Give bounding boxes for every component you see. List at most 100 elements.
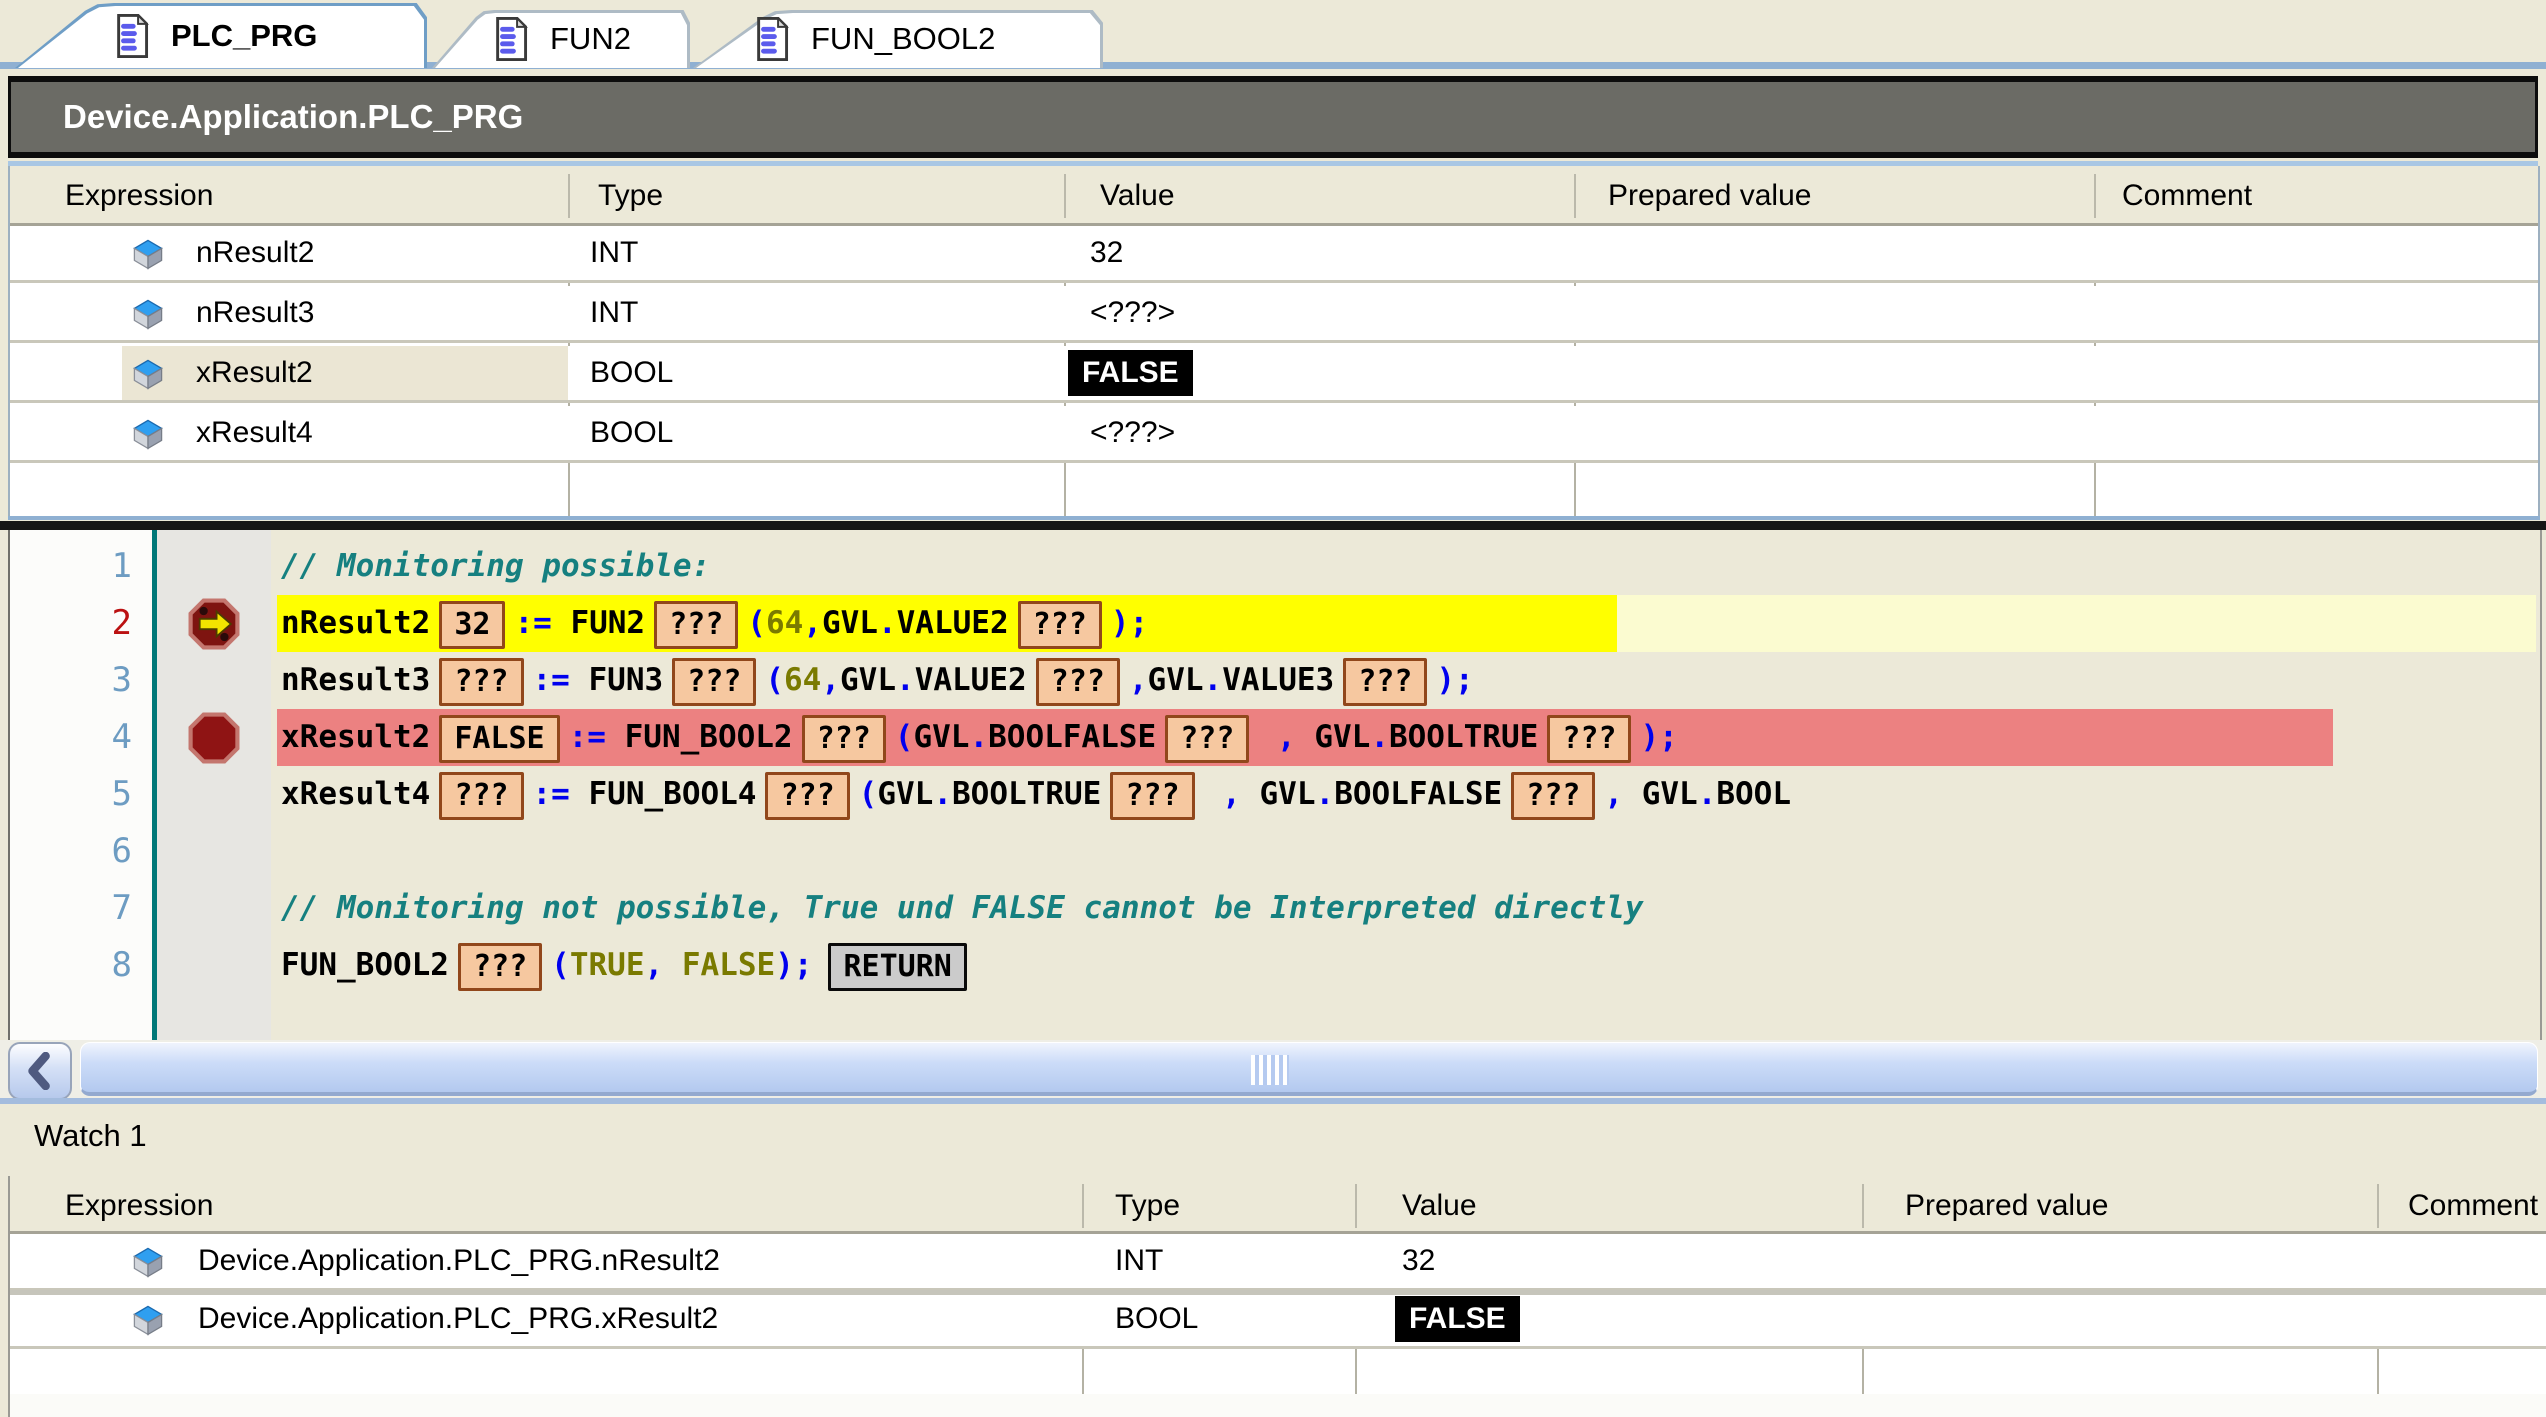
- code-token: .: [1316, 776, 1335, 812]
- inline-monitor-value[interactable]: ???: [802, 715, 886, 763]
- code-token: .: [1698, 776, 1717, 812]
- column-header-expression[interactable]: Expression: [65, 1176, 213, 1236]
- code-text[interactable]: // Monitoring not possible, True und FAL…: [271, 880, 2536, 937]
- code-line-4-breakpoint[interactable]: 4 xResult2FALSE:= FUN_BOOL2???(GVL.BOOLF…: [10, 709, 2540, 766]
- code-token: GVL: [1148, 662, 1204, 698]
- inline-monitor-value[interactable]: ???: [1343, 658, 1427, 706]
- cell-type: INT: [590, 226, 638, 280]
- splitter[interactable]: [0, 521, 2546, 530]
- code-token: .: [896, 662, 915, 698]
- declaration-table: Expression Type Value Prepared value Com…: [8, 166, 2540, 519]
- code-line-6[interactable]: 6: [10, 823, 2540, 880]
- code-token: nResult3: [281, 662, 430, 698]
- code-token: ,: [1604, 776, 1641, 812]
- inline-monitor-value[interactable]: ???: [765, 772, 849, 820]
- column-separator[interactable]: [568, 174, 570, 218]
- scroll-left-button[interactable]: [8, 1042, 72, 1100]
- code-line-2-current[interactable]: 2 nResult232:= FUN2???(64,GVL.VALUE2???)…: [10, 595, 2540, 652]
- st-code-editor[interactable]: 1 // Monitoring possible: 2 nResult232:=…: [8, 530, 2542, 1040]
- watch-row[interactable]: Device.Application.PLC_PRG.nResult2 INT …: [10, 1234, 2546, 1291]
- inline-monitor-value[interactable]: ???: [1018, 601, 1102, 649]
- inline-monitor-value[interactable]: ???: [1547, 715, 1631, 763]
- scrollbar-thumb[interactable]: [80, 1042, 2538, 1096]
- code-text[interactable]: xResult2FALSE:= FUN_BOOL2???(GVL.BOOLFAL…: [271, 709, 2536, 766]
- code-text[interactable]: xResult4???:= FUN_BOOL4???(GVL.BOOLTRUE?…: [271, 766, 2536, 823]
- inline-monitor-value[interactable]: ???: [1036, 658, 1120, 706]
- code-token: );: [1111, 605, 1148, 641]
- return-flow-box[interactable]: RETURN: [828, 943, 966, 991]
- column-header-value[interactable]: Value: [1402, 1176, 1477, 1236]
- code-token: BOOLFALSE: [1334, 776, 1502, 812]
- column-header-comment[interactable]: Comment: [2122, 166, 2252, 226]
- inline-monitor-value[interactable]: FALSE: [439, 715, 559, 763]
- column-header-prepared-value[interactable]: Prepared value: [1608, 166, 1811, 226]
- code-token: GVL: [822, 605, 878, 641]
- cell-value: 32: [1402, 1234, 1435, 1288]
- tab-plc-prg[interactable]: PLC_PRG: [15, 3, 427, 68]
- column-header-type[interactable]: Type: [1115, 1176, 1180, 1236]
- column-header-prepared-value[interactable]: Prepared value: [1905, 1176, 2108, 1236]
- column-separator[interactable]: [1064, 174, 1066, 218]
- table-row-selected[interactable]: xResult2 BOOL FALSE: [10, 346, 2538, 403]
- column-separator[interactable]: [1574, 174, 1576, 218]
- column-separator[interactable]: [1355, 1184, 1357, 1228]
- inline-monitor-value[interactable]: ???: [654, 601, 738, 649]
- code-line-3[interactable]: 3 nResult3???:= FUN3???(64,GVL.VALUE2???…: [10, 652, 2540, 709]
- row-divider: [10, 1290, 2546, 1295]
- code-token: .: [1204, 662, 1223, 698]
- column-separator[interactable]: [2377, 1184, 2379, 1228]
- line-number: 5: [10, 766, 132, 823]
- column-header-expression[interactable]: Expression: [65, 166, 213, 226]
- code-token: BOOL: [1716, 776, 1791, 812]
- column-separator[interactable]: [1082, 1184, 1084, 1228]
- code-text[interactable]: FUN_BOOL2???(TRUE, FALSE);RETURN: [271, 937, 2536, 994]
- cell-value: FALSE: [1395, 1292, 1520, 1346]
- inline-monitor-value[interactable]: ???: [439, 772, 523, 820]
- declaration-table-header: Expression Type Value Prepared value Com…: [10, 166, 2538, 226]
- code-token: :=: [569, 719, 625, 755]
- watch-panel-title: Watch 1: [34, 1118, 147, 1154]
- breakpoint-icon[interactable]: [188, 712, 240, 764]
- code-text[interactable]: [271, 823, 2536, 880]
- code-line-8[interactable]: 8 FUN_BOOL2???(TRUE, FALSE);RETURN: [10, 937, 2540, 994]
- code-line-7[interactable]: 7 // Monitoring not possible, True und F…: [10, 880, 2540, 937]
- code-token: .: [1370, 719, 1389, 755]
- value-badge-false: FALSE: [1068, 350, 1193, 396]
- column-separator[interactable]: [2094, 174, 2096, 218]
- code-token: // Monitoring not possible, True und FAL…: [281, 890, 1643, 926]
- inline-monitor-value[interactable]: ???: [672, 658, 756, 706]
- table-row[interactable]: nResult2 INT 32: [10, 226, 2538, 283]
- code-line-5[interactable]: 5 xResult4???:= FUN_BOOL4???(GVL.BOOLTRU…: [10, 766, 2540, 823]
- code-line-1[interactable]: 1 // Monitoring possible:: [10, 538, 2540, 595]
- variable-icon: [132, 1246, 164, 1278]
- variable-icon: [132, 238, 164, 270]
- table-row[interactable]: nResult3 INT <???>: [10, 286, 2538, 343]
- inline-monitor-value[interactable]: 32: [439, 601, 505, 649]
- column-header-value[interactable]: Value: [1100, 166, 1175, 226]
- code-text[interactable]: nResult232:= FUN2???(64,GVL.VALUE2???);: [271, 595, 2536, 652]
- code-token: :=: [533, 662, 589, 698]
- code-token: (: [747, 605, 766, 641]
- code-token: BOOLFALSE: [988, 719, 1156, 755]
- horizontal-scrollbar[interactable]: [0, 1040, 2546, 1104]
- code-text[interactable]: nResult3???:= FUN3???(64,GVL.VALUE2???,G…: [271, 652, 2536, 709]
- column-header-type[interactable]: Type: [598, 166, 663, 226]
- document-icon: [755, 17, 789, 61]
- watch-table-empty-area: [10, 1394, 2546, 1417]
- inline-monitor-value[interactable]: ???: [439, 658, 523, 706]
- column-header-comment[interactable]: Comment: [2408, 1176, 2538, 1236]
- inline-monitor-value[interactable]: ???: [1110, 772, 1194, 820]
- line-number: 3: [10, 652, 132, 709]
- inline-monitor-value[interactable]: ???: [1511, 772, 1595, 820]
- inline-monitor-value[interactable]: ???: [1165, 715, 1249, 763]
- code-text[interactable]: // Monitoring possible:: [271, 538, 2536, 595]
- watch-row[interactable]: Device.Application.PLC_PRG.xResult2 BOOL…: [10, 1292, 2546, 1349]
- object-path-text: Device.Application.PLC_PRG: [63, 98, 523, 136]
- inline-monitor-value[interactable]: ???: [458, 943, 542, 991]
- column-separator[interactable]: [1862, 1184, 1864, 1228]
- code-token: VALUE2: [897, 605, 1009, 641]
- current-position-breakpoint-icon[interactable]: [188, 598, 240, 650]
- tab-fun-bool2[interactable]: FUN_BOOL2: [693, 10, 1103, 68]
- table-row[interactable]: xResult4 BOOL <???>: [10, 406, 2538, 463]
- tab-fun2[interactable]: FUN2: [432, 10, 690, 68]
